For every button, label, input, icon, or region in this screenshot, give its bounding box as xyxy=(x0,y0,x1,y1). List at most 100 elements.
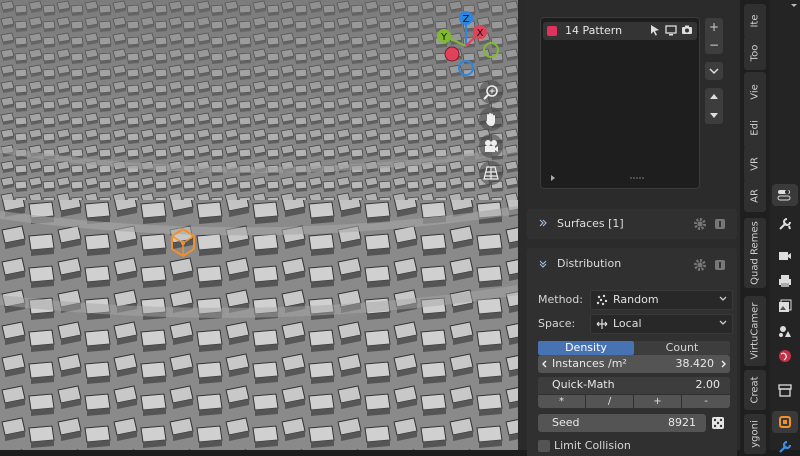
tab-density[interactable]: Density xyxy=(538,341,634,355)
multiply-button[interactable]: * xyxy=(538,395,585,408)
sidebar-tab-label: Edi xyxy=(749,120,761,136)
collection-icon[interactable] xyxy=(777,382,793,398)
increment-arrow-icon[interactable] xyxy=(719,360,727,368)
tool-settings-tab[interactable] xyxy=(772,184,798,206)
decrement-arrow-icon[interactable] xyxy=(541,360,549,368)
region-divider[interactable] xyxy=(518,0,526,450)
world-icon[interactable] xyxy=(777,348,793,364)
object-properties-tab[interactable] xyxy=(772,411,798,433)
limit-collision-label: Limit Collision xyxy=(554,439,631,452)
gizmo-z-label: Z xyxy=(463,14,470,25)
list-specials-button[interactable] xyxy=(705,62,723,80)
tab-count[interactable]: Count xyxy=(634,341,730,355)
properties-tab-bar xyxy=(770,0,800,453)
pattern-list[interactable]: 14 Pattern xyxy=(540,17,700,189)
method-value: Random xyxy=(613,293,659,306)
pattern-color-swatch xyxy=(547,26,557,36)
add-button[interactable]: + xyxy=(634,395,681,408)
sidebar-tab-label: ygoni xyxy=(749,420,761,448)
instances-label: Instances /m² xyxy=(552,357,627,370)
wrench-screwdriver-icon[interactable] xyxy=(777,216,793,232)
method-dropdown[interactable]: Random xyxy=(590,290,733,310)
sidebar-tab-label: Vie xyxy=(749,84,761,100)
sidebar-tab-label: AR xyxy=(749,189,761,203)
quick-math-field[interactable]: Quick-Math 2.00 xyxy=(538,377,730,394)
sidebar-tab-label: Ite xyxy=(749,14,761,28)
view-layer-icon[interactable] xyxy=(777,298,793,314)
sidebar-tab-vie[interactable]: Vie xyxy=(744,72,766,112)
sidebar-tab-label: Creat xyxy=(749,376,761,404)
sidebar-tab-ite[interactable]: Ite xyxy=(744,4,766,38)
surfaces-panel-header[interactable]: Surfaces [1] xyxy=(527,209,737,239)
distribution-panel-header[interactable]: Distribution xyxy=(527,248,737,282)
3d-viewport[interactable]: Z Y X xyxy=(0,0,518,450)
info-icon[interactable] xyxy=(713,258,727,272)
sidebar-tab-label: Too xyxy=(749,44,761,62)
monitor-icon[interactable] xyxy=(665,24,677,36)
instances-field[interactable]: Instances /m² 38.420 xyxy=(538,355,730,373)
toggles-icon xyxy=(777,190,791,201)
sidebar-tab-edi[interactable]: Edi xyxy=(744,108,766,148)
local-axes-icon xyxy=(596,319,608,329)
chevron-down-icon xyxy=(709,68,719,75)
limit-collision-checkbox[interactable] xyxy=(538,440,550,452)
sidebar-tab-vr[interactable]: VR xyxy=(744,146,766,182)
chevron-down-icon[interactable] xyxy=(790,2,798,10)
list-item[interactable]: 14 Pattern xyxy=(543,22,697,40)
camera-render-icon[interactable] xyxy=(681,24,693,36)
method-label: Method: xyxy=(538,293,583,306)
space-dropdown[interactable]: Local xyxy=(590,314,733,334)
space-value: Local xyxy=(613,317,642,330)
distribution-title: Distribution xyxy=(557,257,622,270)
perspective-grid-icon[interactable] xyxy=(479,161,503,185)
gear-icon[interactable] xyxy=(693,258,707,272)
quick-math-value: 2.00 xyxy=(695,378,721,391)
move-down-button[interactable] xyxy=(705,106,723,124)
camera-view-icon[interactable] xyxy=(479,134,503,158)
scene-icon[interactable] xyxy=(777,323,793,339)
gear-icon[interactable] xyxy=(693,217,707,231)
subtract-button[interactable]: - xyxy=(682,395,730,408)
move-up-button[interactable] xyxy=(705,88,723,106)
sidebar-tab-label: VirtuCamer xyxy=(749,302,761,360)
zoom-icon[interactable] xyxy=(479,80,503,104)
space-label: Space: xyxy=(538,317,576,330)
dice-icon[interactable] xyxy=(710,415,726,431)
triangle-down-icon xyxy=(710,113,718,118)
sidebar-tab-too[interactable]: Too xyxy=(744,36,766,70)
list-item-label: 14 Pattern xyxy=(565,24,623,37)
gizmo-x-label: X xyxy=(477,28,484,39)
seed-label: Seed xyxy=(552,416,580,429)
sidebar-tab-quad-remes[interactable]: Quad Remes xyxy=(744,218,766,288)
info-icon[interactable] xyxy=(713,217,727,231)
random-dots-icon xyxy=(596,294,608,306)
sidebar-tab-label: VR xyxy=(749,157,761,171)
sidebar-tab-virtucamer[interactable]: VirtuCamer xyxy=(744,296,766,366)
chevron-right-icon xyxy=(539,219,547,227)
seed-field[interactable]: Seed 8921 xyxy=(538,414,706,432)
chevron-down-icon xyxy=(539,260,547,268)
sidebar-tab-ar[interactable]: AR xyxy=(744,180,766,212)
divide-button[interactable]: / xyxy=(586,395,633,408)
chevron-down-icon xyxy=(719,296,727,301)
sidebar-tab-ygoni[interactable]: ygoni xyxy=(744,414,766,454)
add-item-button[interactable]: + xyxy=(705,18,723,36)
instances-value: 38.420 xyxy=(675,357,715,370)
quick-math-label: Quick-Math xyxy=(552,378,615,391)
pan-hand-icon[interactable] xyxy=(479,107,503,131)
list-resize-handle[interactable] xyxy=(549,174,689,184)
modifier-wrench-icon[interactable] xyxy=(777,439,793,455)
gizmo-y-label: Y xyxy=(440,32,448,43)
render-camera-icon[interactable] xyxy=(777,248,793,264)
triangle-up-icon xyxy=(710,94,718,99)
seed-value: 8921 xyxy=(668,416,696,429)
axis-gizmo[interactable]: Z Y X xyxy=(432,8,502,78)
sidebar-tabs: Ite Too Vie Edi VR AR Quad Remes VirtuCamer Crea… xyxy=(740,0,770,454)
printer-output-icon[interactable] xyxy=(777,273,793,289)
surfaces-title: Surfaces [1] xyxy=(557,217,624,230)
sidebar-tab-creat[interactable]: Creat xyxy=(744,370,766,410)
chevron-down-icon xyxy=(719,320,727,325)
remove-item-button[interactable]: − xyxy=(705,36,723,54)
cursor-icon[interactable] xyxy=(649,24,661,36)
object-square-icon xyxy=(779,416,791,428)
